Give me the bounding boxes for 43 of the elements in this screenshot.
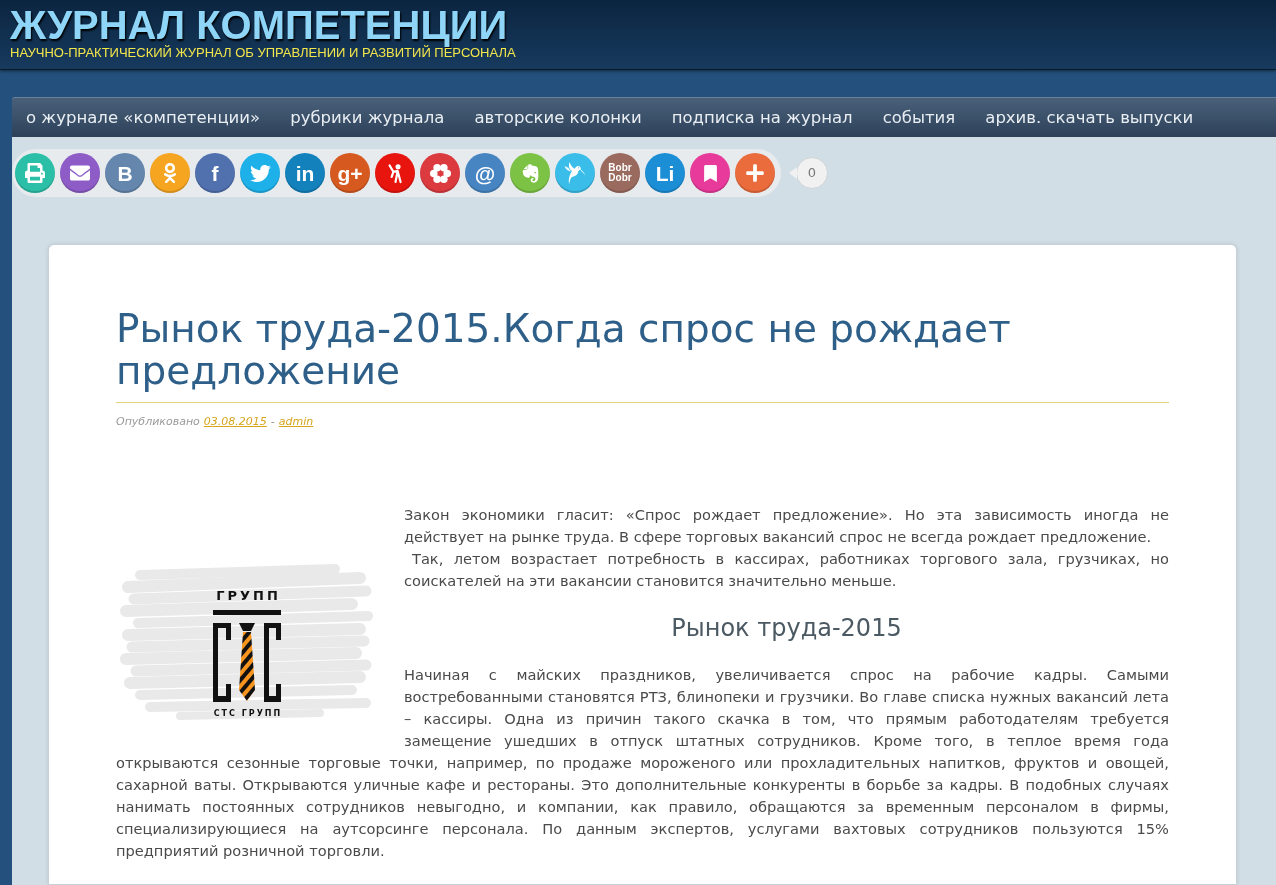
plus-icon [745,163,765,183]
flower-icon [429,162,451,184]
share-button[interactable]: g+ [330,153,370,193]
printer-icon [25,163,45,183]
logo-caption: СТС ГРУПП [212,709,283,719]
site-title[interactable]: ЖУРНАЛ КОМПЕТЕНЦИИ [10,4,1276,46]
share-button[interactable] [60,153,100,193]
share-button[interactable]: @ [465,153,505,193]
nav-link[interactable]: события [882,107,956,128]
share-button[interactable] [240,153,280,193]
nav-link[interactable]: о журнале «компетенции» [26,107,261,128]
share-button[interactable] [690,153,730,193]
nav-link[interactable]: авторские колонки [474,107,642,128]
figure-icon [386,162,404,184]
published-label: Опубликовано [116,415,200,429]
bird-icon [249,162,271,184]
article-paragraph: Закон экономики гласит: «Спрос рождает предложение». Но эта зависимость иногда не действует на рынке труда. В сфере торговых вакансий спрос не всегда рождает предложение. Так, летом возрастает потребность в кассирах, работниках торгового зала, грузчиках, но соискателей на эти вакансии становится значительно меньше. [404,505,1169,591]
share-button[interactable] [510,153,550,193]
share-button[interactable]: B [105,153,145,193]
share-button[interactable] [555,153,595,193]
share-button[interactable]: Bobr Dobr [600,153,640,193]
article-paragraph: Начиная с майских праздников, увеличивается спрос на рабочие кадры. Самыми востребованными становятся РТЗ, блинопеки и грузчики. Во главе списка нужных вакансий лета – кассиры. Одна из причин такого скачка в том, что прямым работодателям требуется замещение ушедших в отпуск штатных сотрудников. Кроме того, в теплое время года [404,665,1169,751]
share-button[interactable] [420,153,460,193]
share-button[interactable]: in [285,153,325,193]
share-button[interactable]: Li [645,153,685,193]
logo-text: ГРУПП [215,588,281,604]
hummingbird-icon [563,161,587,185]
meta-separator: - [270,415,275,429]
nav-link[interactable]: рубрики журнала [290,107,445,128]
bookmark-icon [701,164,719,182]
share-button[interactable] [735,153,775,193]
share-button[interactable] [375,153,415,193]
section-heading: Рынок труда-2015 [670,613,903,643]
share-button[interactable]: f [195,153,235,193]
envelope-icon [70,163,90,183]
share-button[interactable] [150,153,190,193]
nav-link[interactable]: архив. скачать выпуски [985,107,1194,128]
site-tagline: НАУЧНО-ПРАКТИЧЕСКИЙ ЖУРНАЛ ОБ УПРАВЛЕНИИ И РАЗВИТИЙ ПЕРСОНАЛА [10,46,517,60]
article-title: Рынок труда-2015.Когда спрос не рождает предложение [116,308,1012,392]
share-count: 0 [789,157,828,189]
nav-link[interactable]: подписка на журнал [671,107,853,128]
share-button[interactable] [15,153,55,193]
article-paragraph: открываются сезонные торговые точки, например, по продаже мороженого или прохладительных напитков, фруктов и овощей, сахарной ваты. Открываются уличные кафе и рестораны. Это дополнительные конкуренты в борьбе за кадры. В подобных случаях нанимать постоянных сотрудников невыгодно, и компании, как правило, обращаются за временным персоналом в фирмы, специализирующиеся на аутсорсинге персонала. По данным экспертов, услугами вахтовых сотрудников пользуются 15% предприятий розничной торговли. [116,753,1169,861]
